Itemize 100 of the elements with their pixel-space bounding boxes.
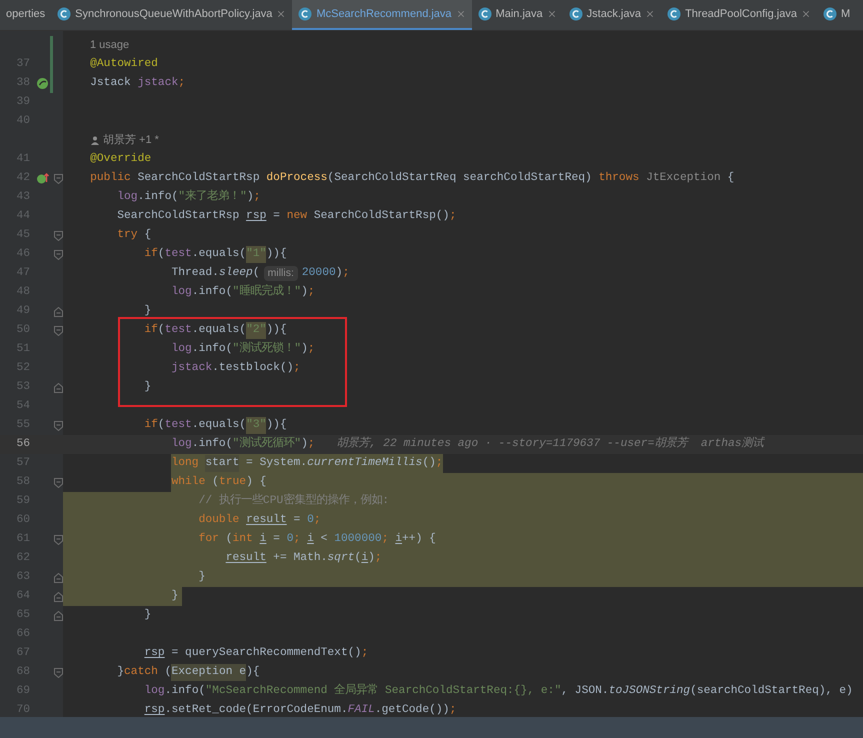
code-token: log xyxy=(171,436,192,452)
code-token: } xyxy=(144,304,152,320)
code-token: log xyxy=(117,190,138,206)
code-token: )){ xyxy=(266,322,287,338)
code-token: ) xyxy=(301,342,308,358)
code-token: = xyxy=(272,209,281,224)
code-token: "McSearchRecommend 全局异常 SearchColdStartReq:{}, e:" xyxy=(205,683,562,700)
fold-marker-icon[interactable] xyxy=(54,250,62,260)
code-token: ) xyxy=(336,266,343,282)
code-token: .info( xyxy=(138,190,178,206)
code-token: ( xyxy=(354,550,362,566)
code-token: .info( xyxy=(192,436,232,452)
code-token: )){ xyxy=(266,418,287,434)
code-token: sqrt xyxy=(327,551,355,566)
code-token: ; xyxy=(308,285,315,300)
code-token: rsp xyxy=(144,646,165,662)
code-token: )){ xyxy=(266,246,287,262)
code-token: 20000 xyxy=(302,266,336,282)
code-token: ( xyxy=(226,532,232,548)
code-token: += Math. xyxy=(272,550,328,566)
fold-marker-icon[interactable] xyxy=(54,230,62,240)
fold-end-icon[interactable] xyxy=(54,592,62,602)
author-hint[interactable]: 胡景芳 +1 * xyxy=(103,132,159,149)
fold-end-icon[interactable] xyxy=(54,572,62,582)
fold-marker-icon[interactable] xyxy=(54,534,62,544)
code-token: .setRet_code(ErrorCodeEnum. xyxy=(164,702,348,717)
code-token: if xyxy=(144,322,158,338)
code-token: = System. xyxy=(245,456,308,472)
fold-marker-icon[interactable] xyxy=(54,420,62,430)
fold-end-icon[interactable] xyxy=(54,306,62,316)
fold-marker-icon[interactable] xyxy=(54,478,62,488)
code-token: test xyxy=(164,323,192,338)
usage-hint[interactable]: 1 usage xyxy=(90,37,130,54)
code-token: "来了老弟！" xyxy=(178,189,247,206)
code-token: true xyxy=(218,475,246,490)
code-token: ; xyxy=(382,532,390,548)
file-tab[interactable]: SynchronousQueueWithAbortPolicy.java xyxy=(51,0,292,30)
code-token: ; xyxy=(314,513,321,528)
close-icon[interactable] xyxy=(645,9,656,19)
code-token: throws xyxy=(598,170,640,186)
code-token: { xyxy=(726,170,734,186)
file-tab[interactable]: Main.java xyxy=(472,0,563,30)
code-token: ){ xyxy=(246,664,260,680)
close-icon[interactable] xyxy=(276,9,286,19)
fold-end-icon[interactable] xyxy=(54,382,62,392)
code-token: @Autowired xyxy=(90,56,158,72)
code-token: } xyxy=(171,588,178,604)
code-token: 0 xyxy=(307,513,314,528)
code-token: .getCode()) xyxy=(374,702,450,717)
blame-annotation[interactable]: 胡景芳, 22 minutes ago · --story=1179637 --user=胡景芳 arthas测试 xyxy=(336,436,764,453)
code-token: = xyxy=(292,513,302,528)
code-token: doProcess xyxy=(266,170,328,186)
code-token: new xyxy=(286,209,308,224)
code-token: // 执行一些CPU密集型的操作，例如: xyxy=(198,493,390,510)
code-token: log xyxy=(171,284,192,300)
close-icon[interactable] xyxy=(800,9,811,19)
code-token: ; xyxy=(361,646,368,662)
code-token: ) xyxy=(368,550,375,566)
code-token: ; xyxy=(178,76,186,92)
code-editor[interactable] xyxy=(0,31,863,717)
code-token: .equals( xyxy=(192,418,246,434)
code-token: ; xyxy=(374,551,382,566)
code-token: if xyxy=(144,418,158,434)
code-token: ( xyxy=(158,418,165,434)
code-token: .equals( xyxy=(192,322,246,338)
horizontal-scrollbar[interactable] xyxy=(0,717,863,738)
close-icon[interactable] xyxy=(456,9,466,19)
file-tab[interactable]: operties xyxy=(0,0,52,30)
file-tab[interactable]: Jstack.java xyxy=(562,0,662,30)
close-icon[interactable] xyxy=(546,9,557,19)
override-icon[interactable] xyxy=(36,172,48,185)
code-token: FAIL xyxy=(348,703,375,717)
code-token: start xyxy=(205,455,240,472)
code-token: ( xyxy=(158,322,165,338)
code-token: ; xyxy=(308,437,315,452)
code-token: .info( xyxy=(192,284,232,300)
code-token: public xyxy=(90,170,132,186)
code-token: double xyxy=(198,512,240,528)
code-token: ++) { xyxy=(402,532,436,548)
code-token: i xyxy=(361,550,368,566)
code-token: ( xyxy=(252,266,260,282)
code-token: Thread. xyxy=(171,266,219,282)
fold-marker-icon[interactable] xyxy=(54,326,62,336)
code-token: i xyxy=(395,532,402,548)
code-token: ( xyxy=(158,246,165,262)
code-token: try xyxy=(117,228,139,244)
fold-marker-icon[interactable] xyxy=(54,174,62,184)
code-token: rsp xyxy=(144,703,165,717)
code-token: ; xyxy=(294,532,302,548)
file-tab[interactable]: ThreadPoolConfig.java xyxy=(661,0,817,30)
code-token: } xyxy=(144,608,152,624)
line-number: 56 xyxy=(16,438,30,450)
code-token: result xyxy=(226,550,266,566)
fold-end-icon[interactable] xyxy=(54,610,62,620)
code-token: log xyxy=(171,342,192,358)
file-tab[interactable]: M xyxy=(816,0,856,30)
fold-marker-icon[interactable] xyxy=(54,668,62,678)
file-tab[interactable]: McSearchRecommend.java xyxy=(292,0,472,30)
code-token: } xyxy=(144,380,152,396)
bean-icon[interactable] xyxy=(36,77,48,90)
